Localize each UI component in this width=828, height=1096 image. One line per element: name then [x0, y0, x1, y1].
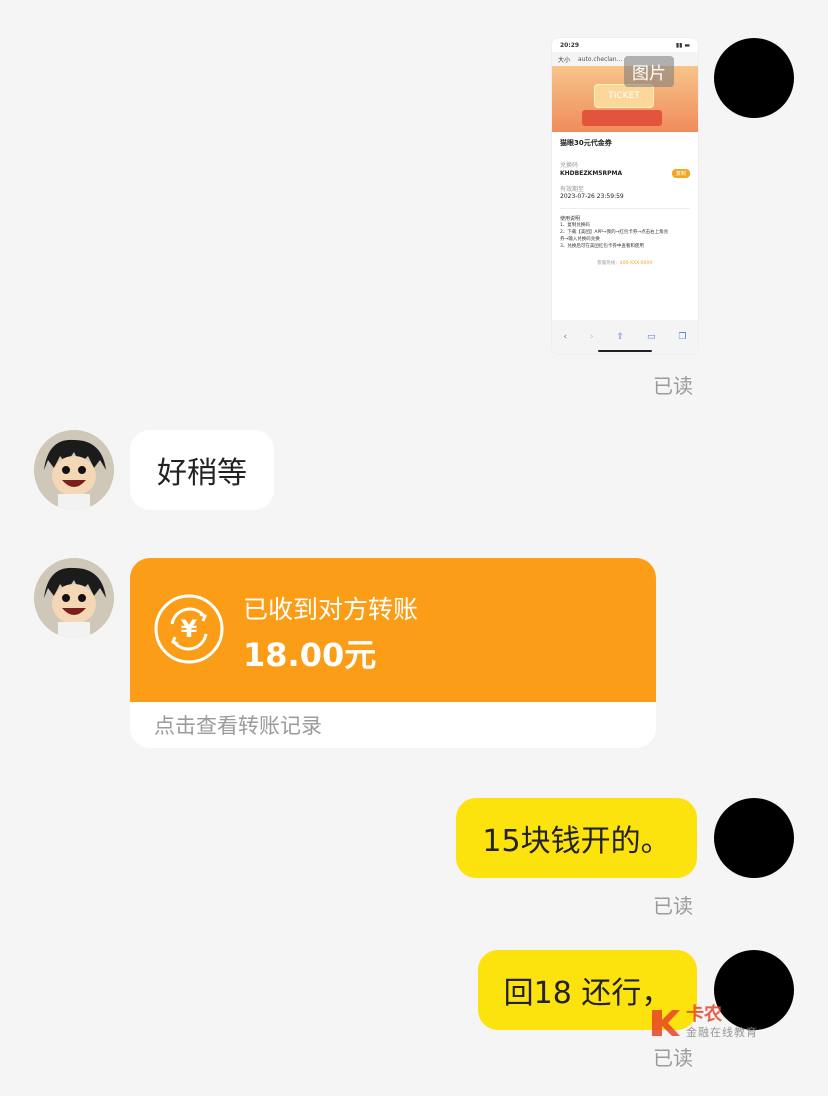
usage-line: 1、复制兑换码 [560, 223, 590, 228]
copy-button: 复制 [671, 169, 690, 178]
transfer-card[interactable]: ¥ 已收到对方转账 18.00元 点击查看转账记录 [130, 558, 656, 748]
read-status: 已读 [653, 894, 693, 918]
home-indicator [598, 350, 652, 352]
transfer-record-link[interactable]: 点击查看转账记录 [130, 702, 656, 748]
ticket-banner-text: TICKET [594, 84, 654, 108]
code-label: 兑换码 [560, 162, 579, 169]
coupon-title: 猫眼30元代金券 [560, 139, 612, 147]
expiry-label: 有效期至 [560, 186, 585, 193]
watermark: 卡农 金融在线教育 [648, 1006, 758, 1040]
usage-line: 2、下载【美团】APP→我的→红包卡券→点击右上角兑 [560, 230, 669, 235]
tabs-icon: ❐ [678, 332, 687, 342]
anime-character-icon [34, 558, 114, 638]
transfer-card-header: ¥ 已收到对方转账 18.00元 [130, 558, 656, 702]
my-avatar[interactable] [714, 38, 794, 118]
image-label-badge: 图片 [624, 56, 674, 87]
transfer-amount: 18.00元 [243, 636, 377, 674]
hotline-value: 400-XXX-XXXX [619, 261, 653, 266]
message-text: 15块钱开的。 [482, 824, 671, 859]
anime-character-icon [34, 430, 114, 510]
usage-title: 使用说明 [560, 216, 581, 222]
message-text: 回18 还行， [503, 976, 672, 1011]
message-text: 好稍等 [157, 456, 247, 491]
hotline-label: 客服热线： [597, 261, 620, 266]
usage-line: 3、兑换后可在美团红包卡券中查看和使用 [560, 244, 644, 249]
screenshot-status-bar: 20:29 ▮▮ ▬ [552, 38, 698, 52]
read-status: 已读 [653, 374, 693, 398]
contact-avatar[interactable] [34, 558, 114, 638]
gift-box-illustration [582, 110, 662, 126]
yuan-icon: ¥ [180, 615, 198, 643]
code-value: KHDBEZKM5RPMA [560, 170, 623, 177]
my-avatar[interactable] [714, 798, 794, 878]
watermark-logo-text: 卡农 [686, 1004, 722, 1025]
transfer-received-icon: ¥ [154, 594, 224, 664]
my-message-bubble[interactable]: 15块钱开的。 [456, 798, 697, 878]
hotline: 客服热线：400-XXX-XXXX [560, 260, 690, 266]
contact-avatar[interactable] [34, 430, 114, 510]
watermark-subtext: 金融在线教育 [686, 1026, 758, 1039]
share-icon: ⇧ [616, 332, 625, 342]
watermark-logo-icon [652, 1010, 680, 1036]
contact-message-bubble[interactable]: 好稍等 [130, 430, 274, 510]
screenshot-time: 20:29 [560, 41, 580, 49]
signal-icon: ▮▮ ▬ [675, 41, 690, 49]
screenshot-url: auto.checlan... [578, 55, 623, 63]
read-status: 已读 [653, 1046, 693, 1070]
forward-icon: › [589, 332, 594, 342]
bookmarks-icon: ▭ [646, 332, 656, 342]
transfer-title: 已收到对方转账 [243, 595, 419, 624]
back-icon: ‹ [563, 332, 568, 342]
usage-line: 券→输入兑换码兑换 [560, 237, 600, 242]
coupon-card: 猫眼30元代金券 兑换码 KHDBEZKM5RPMA 复制 有效期至 2023-… [552, 132, 698, 266]
screenshot-tab-label: 大小 [558, 56, 571, 64]
screenshot-browser-toolbar: ‹ › ⇧ ▭ ❐ [552, 320, 698, 354]
expiry-value: 2023-07-26 23:59:59 [560, 193, 624, 200]
